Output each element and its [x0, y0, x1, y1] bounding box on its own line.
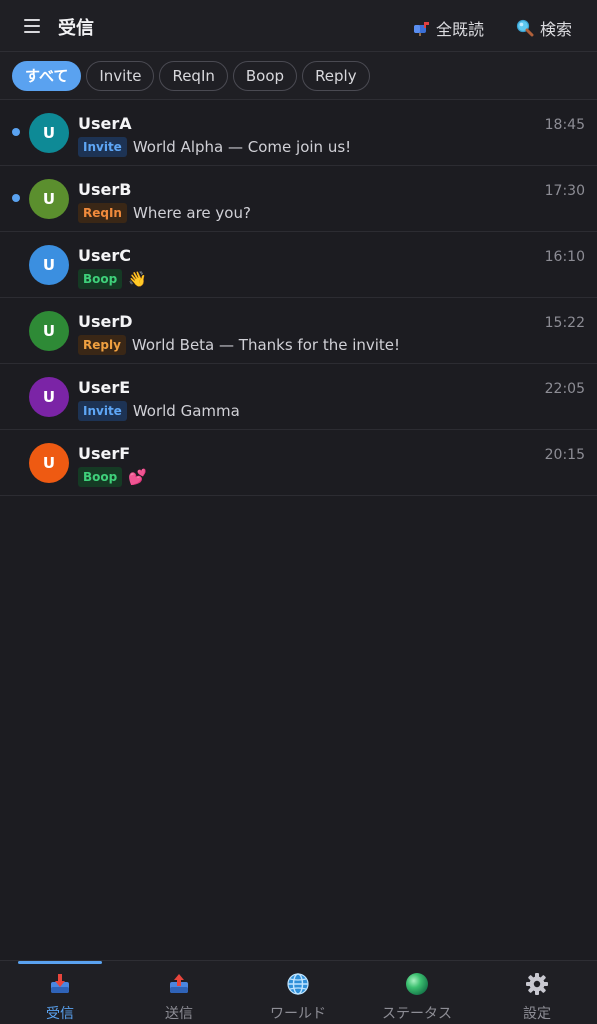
nav-label-settings: 設定 [523, 1006, 551, 1022]
nav-item-world[interactable]: ワールド [238, 971, 358, 1024]
message-preview: 👋 [128, 270, 147, 288]
avatar: U [29, 377, 69, 417]
filter-chip-reply[interactable]: Reply [302, 60, 370, 91]
status-orb-icon [406, 973, 428, 995]
nav-label-sent: 送信 [165, 1006, 193, 1022]
message-type-badge: Invite [78, 401, 127, 421]
mark-all-read-button[interactable]: 全既読 [412, 16, 484, 40]
search-button[interactable]: 検索 [516, 16, 572, 40]
unread-indicator [12, 128, 20, 136]
message-row[interactable]: U UserB 17:30 ReqIn Where are you? [0, 166, 597, 232]
message-preview: World Beta — Thanks for the invite! [131, 336, 401, 354]
nav-label-world: ワールド [270, 1006, 326, 1022]
avatar: U [29, 245, 69, 285]
globe-icon [287, 973, 309, 995]
message-row[interactable]: U UserF 20:15 Boop 💕 [0, 430, 597, 496]
mailbox-icon [414, 22, 429, 36]
nav-label-status: ステータス [382, 1006, 452, 1022]
message-time: 18:45 [544, 117, 585, 133]
sender-name: UserD [78, 312, 133, 331]
sender-name: UserB [78, 180, 132, 199]
message-type-badge: Invite [78, 137, 127, 157]
message-type-badge: ReqIn [78, 203, 127, 223]
message-type-badge: Reply [78, 335, 126, 355]
search-label: 検索 [540, 20, 573, 39]
message-time: 15:22 [544, 315, 585, 331]
sender-name: UserF [78, 444, 131, 463]
avatar: U [29, 311, 69, 351]
filter-chip-reqin[interactable]: ReqIn [159, 60, 228, 91]
message-time: 16:10 [544, 249, 585, 265]
nav-item-status[interactable]: ステータス [357, 971, 477, 1024]
message-preview: Where are you? [132, 204, 251, 222]
sender-name: UserE [78, 378, 131, 397]
nav-item-settings[interactable]: 設定 [477, 971, 597, 1024]
filter-bar: すべて Invite ReqIn Boop Reply [0, 52, 597, 100]
bottom-nav: 受信 送信 ワールド ステータス 設定 [0, 960, 597, 1024]
inbox-tray-icon [51, 974, 69, 993]
sender-name: UserC [78, 246, 131, 265]
app-header: 受信 全既読 検索 [0, 0, 597, 52]
unread-indicator [12, 194, 20, 202]
page-title: 受信 [58, 18, 94, 39]
message-list: U UserA 18:45 Invite World Alpha — Come … [0, 100, 597, 496]
mark-all-read-label: 全既読 [436, 20, 485, 39]
message-type-badge: Boop [78, 467, 123, 487]
avatar: U [29, 113, 69, 153]
nav-item-inbox[interactable]: 受信 [0, 971, 120, 1024]
avatar: U [29, 179, 69, 219]
message-preview: 💕 [128, 468, 147, 486]
message-time: 20:15 [544, 447, 585, 463]
message-row[interactable]: U UserE 22:05 Invite World Gamma [0, 364, 597, 430]
filter-chip-invite[interactable]: Invite [86, 60, 155, 91]
nav-item-sent[interactable]: 送信 [119, 971, 239, 1024]
outbox-tray-icon [170, 974, 188, 993]
gear-icon [526, 973, 548, 995]
inbox-app: 受信 全既読 検索 すべて Invite ReqIn Boop Reply U … [0, 0, 597, 1024]
message-type-badge: Boop [78, 269, 123, 289]
message-row[interactable]: U UserD 15:22 Reply World Beta — Thanks … [0, 298, 597, 364]
nav-label-inbox: 受信 [46, 1006, 74, 1022]
filter-chip-all[interactable]: すべて [12, 60, 82, 91]
message-time: 17:30 [544, 183, 585, 199]
avatar: U [29, 443, 69, 483]
hamburger-menu-icon[interactable] [24, 19, 40, 33]
message-time: 22:05 [544, 381, 585, 397]
search-icon [516, 19, 534, 37]
active-tab-indicator [18, 961, 102, 964]
message-preview: World Gamma [132, 402, 240, 420]
message-preview: World Alpha — Come join us! [132, 138, 352, 156]
filter-chip-boop[interactable]: Boop [232, 60, 298, 91]
sender-name: UserA [78, 114, 132, 133]
message-row[interactable]: U UserA 18:45 Invite World Alpha — Come … [0, 100, 597, 166]
message-row[interactable]: U UserC 16:10 Boop 👋 [0, 232, 597, 298]
